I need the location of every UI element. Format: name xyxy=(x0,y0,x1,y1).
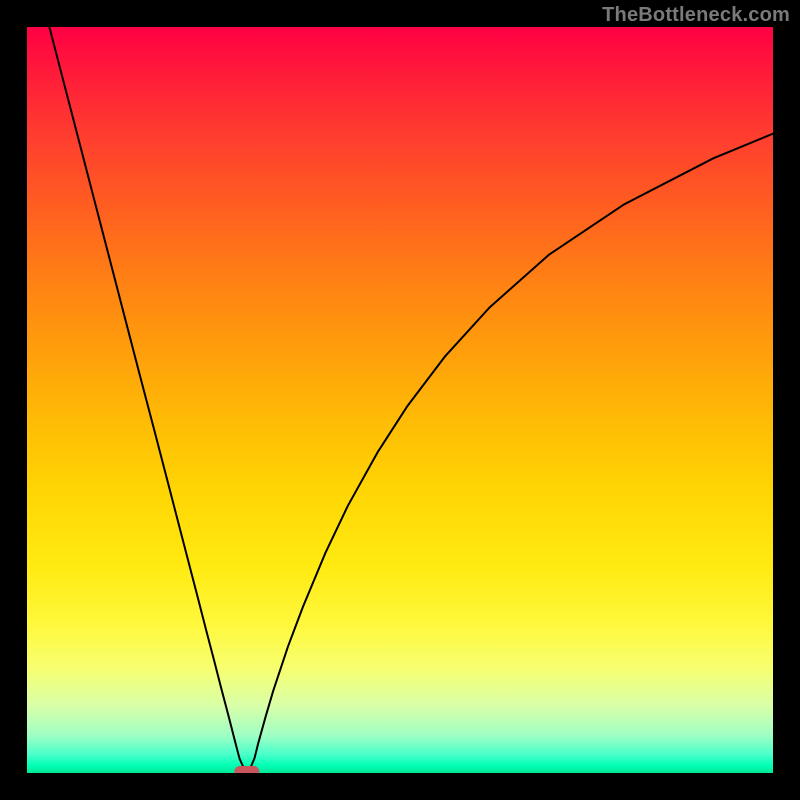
chart-container: TheBottleneck.com xyxy=(0,0,800,800)
gradient-background xyxy=(27,27,773,773)
watermark: TheBottleneck.com xyxy=(602,4,790,27)
plot-area xyxy=(27,27,773,773)
minimum-marker xyxy=(234,766,259,773)
